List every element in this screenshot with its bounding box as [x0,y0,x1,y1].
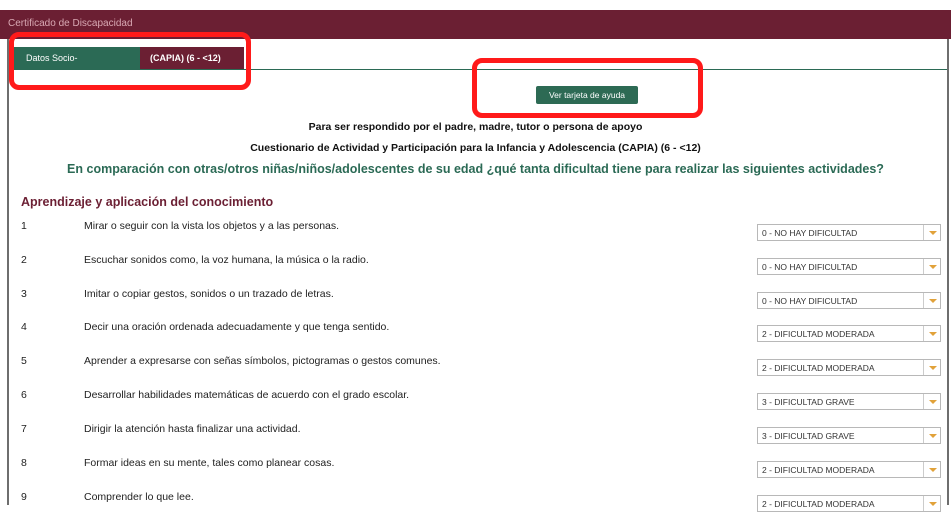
question-number: 1 [21,220,27,232]
chevron-down-icon[interactable] [923,326,940,341]
question-text: Mirar o seguir con la vista los objetos … [84,220,340,232]
question-text: Desarrollar habilidades matemáticas de a… [84,389,410,401]
question-number: 5 [21,355,27,367]
question-number: 7 [21,423,27,435]
question-row: 3 Imitar o copiar gestos, sonidos o un tr… [21,288,941,322]
window-title: Certificado de Discapacidad [8,18,133,29]
difficulty-select[interactable]: 2 - DIFICULTAD MODERADA [757,325,941,342]
difficulty-value: 2 - DIFICULTAD MODERADA [762,363,875,373]
question-number: 4 [21,321,27,333]
question-row: 2 Escuchar sonidos como, la voz humana, l… [21,254,941,288]
question-text: Escuchar sonidos como, la voz humana, la… [84,254,369,266]
question-text: Imitar o copiar gestos, sonidos o un tra… [84,288,334,300]
question-number: 9 [21,491,27,503]
difficulty-select[interactable]: 3 - DIFICULTAD GRAVE [757,393,941,410]
chevron-down-icon[interactable] [923,496,940,511]
difficulty-select[interactable]: 2 - DIFICULTAD MODERADA [757,359,941,376]
question-row: 5 Aprender a expresarse con señas símbolo… [21,355,941,389]
section-title: Aprendizaje y aplicación del conocimient… [21,195,274,209]
difficulty-select[interactable]: 0 - NO HAY DIFICULTAD [757,224,941,241]
difficulty-select[interactable]: 2 - DIFICULTAD MODERADA [757,495,941,512]
chevron-down-icon[interactable] [923,259,940,274]
difficulty-select[interactable]: 0 - NO HAY DIFICULTAD [757,292,941,309]
question-row: 1 Mirar o seguir con la vista los objetos… [21,220,941,254]
chevron-down-icon[interactable] [923,462,940,477]
question-row: 7 Dirigir la atención hasta finalizar una… [21,423,941,457]
main-question: En comparación con otras/otros niñas/niñ… [67,162,884,176]
question-row: 8 Formar ideas en su mente, tales como pl… [21,457,941,491]
difficulty-value: 2 - DIFICULTAD MODERADA [762,465,875,475]
difficulty-value: 3 - DIFICULTAD GRAVE [762,397,855,407]
highlight-tabs [9,32,251,90]
question-number: 6 [21,389,27,401]
difficulty-value: 0 - NO HAY DIFICULTAD [762,228,858,238]
difficulty-select[interactable]: 0 - NO HAY DIFICULTAD [757,258,941,275]
question-number: 2 [21,254,27,266]
left-border [7,39,9,505]
question-number: 8 [21,457,27,469]
respondent-note: Para ser respondido por el padre, madre,… [308,121,643,133]
question-text: Dirigir la atención hasta finalizar una … [84,423,301,435]
question-row: 6 Desarrollar habilidades matemáticas de … [21,389,941,423]
question-text: Aprender a expresarse con señas símbolos… [84,355,441,367]
chevron-down-icon[interactable] [923,225,940,240]
question-number: 3 [21,288,27,300]
chevron-down-icon[interactable] [923,394,940,409]
right-border [947,39,949,505]
chevron-down-icon[interactable] [923,428,940,443]
chevron-down-icon[interactable] [923,360,940,375]
highlight-help-button [472,58,703,118]
difficulty-value: 2 - DIFICULTAD MODERADA [762,329,875,339]
question-text: Comprender lo que lee. [84,491,194,503]
top-strip [0,0,951,10]
difficulty-value: 3 - DIFICULTAD GRAVE [762,431,855,441]
difficulty-value: 0 - NO HAY DIFICULTAD [762,296,858,306]
difficulty-select[interactable]: 3 - DIFICULTAD GRAVE [757,427,941,444]
chevron-down-icon[interactable] [923,293,940,308]
question-row: 9 Comprender lo que lee. 2 - DIFICULTAD MO… [21,491,941,525]
questionnaire-title: Cuestionario de Actividad y Participació… [250,142,701,154]
question-text: Formar ideas en su mente, tales como pla… [84,457,335,469]
difficulty-select[interactable]: 2 - DIFICULTAD MODERADA [757,461,941,478]
question-row: 4 Decir una oración ordenada adecuadament… [21,321,941,355]
difficulty-value: 0 - NO HAY DIFICULTAD [762,262,858,272]
question-text: Decir una oración ordenada adecuadamente… [84,321,390,333]
difficulty-value: 2 - DIFICULTAD MODERADA [762,499,875,509]
